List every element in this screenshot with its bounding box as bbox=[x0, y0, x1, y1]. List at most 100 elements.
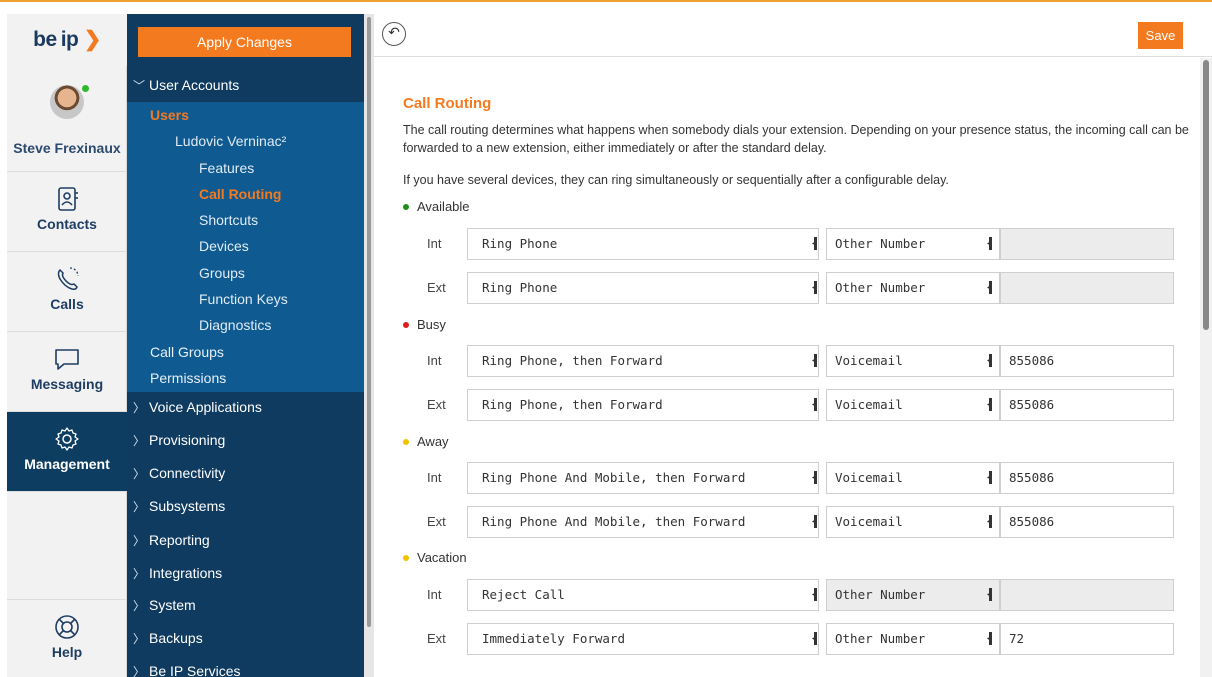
nav-users[interactable]: Users bbox=[127, 107, 364, 123]
rail-item-contacts[interactable]: Contacts bbox=[7, 172, 127, 252]
status-label: Busy bbox=[417, 317, 446, 332]
nav-call-groups[interactable]: Call Groups bbox=[127, 344, 364, 360]
target-number-field[interactable] bbox=[1000, 228, 1174, 260]
target-select[interactable]: Other Number bbox=[826, 272, 1000, 304]
target-select[interactable]: Voicemail bbox=[826, 345, 1000, 377]
target-number-field[interactable] bbox=[1000, 272, 1174, 304]
nav-system[interactable]: 〉 System bbox=[127, 597, 364, 614]
nav-scrollbar-thumb[interactable] bbox=[367, 17, 371, 627]
target-select[interactable]: Voicemail bbox=[826, 389, 1000, 421]
contacts-icon bbox=[58, 187, 78, 211]
nav-diagnostics[interactable]: Diagnostics bbox=[127, 317, 364, 333]
nav-user-accounts[interactable]: ﹀ User Accounts bbox=[127, 77, 364, 94]
navigation-panel: Apply Changes ﹀ User Accounts Users Ludov… bbox=[127, 14, 364, 677]
target-number-field[interactable]: 855086 bbox=[1000, 345, 1174, 377]
rail-item-messaging[interactable]: Messaging bbox=[7, 332, 127, 412]
row-kind-label: Ext bbox=[427, 397, 446, 412]
nav-label: Backups bbox=[149, 630, 203, 646]
nav-reporting[interactable]: 〉 Reporting bbox=[127, 532, 364, 549]
nav-scrollbar[interactable] bbox=[364, 14, 374, 677]
back-arrow-icon: ↶ bbox=[388, 25, 400, 41]
save-button[interactable]: Save bbox=[1138, 22, 1183, 49]
nav-features[interactable]: Features bbox=[127, 160, 364, 176]
lifebuoy-icon bbox=[55, 615, 79, 639]
chevron-right-icon: 〉 bbox=[133, 401, 146, 415]
routing-row-busy-ext: Ext Ring Phone, then Forward Voicemail 8… bbox=[374, 389, 1200, 421]
back-button[interactable]: ↶ bbox=[382, 22, 406, 46]
status-vacation: Vacation bbox=[403, 550, 467, 565]
action-select[interactable]: Ring Phone And Mobile, then Forward bbox=[467, 462, 819, 494]
row-kind-label: Ext bbox=[427, 280, 446, 295]
target-number-field[interactable]: 855086 bbox=[1000, 506, 1174, 538]
status-dot-icon bbox=[403, 554, 409, 561]
action-select[interactable]: Immediately Forward bbox=[467, 623, 819, 655]
apply-changes-button[interactable]: Apply Changes bbox=[138, 27, 351, 57]
chevron-right-icon: 〉 bbox=[133, 599, 146, 613]
target-select[interactable]: Voicemail bbox=[826, 462, 1000, 494]
target-number-field[interactable]: 855086 bbox=[1000, 462, 1174, 494]
row-kind-label: Int bbox=[427, 353, 442, 368]
nav-provisioning[interactable]: 〉 Provisioning bbox=[127, 432, 364, 449]
chat-bubble-icon bbox=[55, 349, 79, 370]
rail-label-contacts: Contacts bbox=[37, 216, 97, 232]
nav-user-entry[interactable]: Ludovic Verninac² bbox=[127, 133, 364, 149]
page-title: Call Routing bbox=[403, 95, 492, 112]
call-routing-page: Call Routing The call routing determines… bbox=[374, 58, 1200, 677]
routing-row-away-int: Int Ring Phone And Mobile, then Forward … bbox=[374, 462, 1200, 494]
nav-permissions[interactable]: Permissions bbox=[127, 370, 364, 386]
be-ip-logo[interactable]: be ip ❯ bbox=[7, 14, 127, 66]
user-profile[interactable]: Steve Frexinaux bbox=[7, 66, 127, 172]
icon-rail: be ip ❯ Steve Frexinaux Contacts Calls Me… bbox=[7, 14, 127, 677]
action-select[interactable]: Ring Phone, then Forward bbox=[467, 389, 819, 421]
nav-groups[interactable]: Groups bbox=[127, 265, 364, 281]
nav-devices[interactable]: Devices bbox=[127, 238, 364, 254]
content-scrollbar[interactable] bbox=[1200, 58, 1212, 677]
chevron-right-icon: 〉 bbox=[133, 632, 146, 646]
action-select[interactable]: Ring Phone And Mobile, then Forward bbox=[467, 506, 819, 538]
routing-row-vacation-ext: Ext Immediately Forward Other Number 72 bbox=[374, 623, 1200, 655]
target-select[interactable]: Voicemail bbox=[826, 506, 1000, 538]
target-select[interactable]: Other Number bbox=[826, 623, 1000, 655]
action-select[interactable]: Ring Phone bbox=[467, 272, 819, 304]
chevron-right-icon: 〉 bbox=[133, 467, 146, 481]
nav-label: Connectivity bbox=[149, 465, 226, 481]
rail-item-calls[interactable]: Calls bbox=[7, 252, 127, 332]
nav-be-ip-services[interactable]: 〉 Be IP Services bbox=[127, 663, 364, 677]
target-select[interactable]: Other Number bbox=[826, 579, 1000, 611]
target-select[interactable]: Other Number bbox=[826, 228, 1000, 260]
nav-call-routing[interactable]: Call Routing bbox=[127, 186, 364, 202]
nav-function-keys[interactable]: Function Keys bbox=[127, 291, 364, 307]
nav-label: Reporting bbox=[149, 532, 210, 548]
nav-shortcuts[interactable]: Shortcuts bbox=[127, 212, 364, 228]
nav-voice-applications[interactable]: 〉 Voice Applications bbox=[127, 399, 364, 416]
nav-label: Subsystems bbox=[149, 498, 226, 514]
avatar[interactable] bbox=[50, 85, 84, 119]
rail-item-help[interactable]: Help bbox=[7, 599, 127, 677]
status-dot-icon bbox=[403, 438, 409, 445]
nav-label: Integrations bbox=[149, 565, 223, 581]
rail-item-management[interactable]: Management bbox=[7, 412, 127, 492]
nav-label: System bbox=[149, 597, 196, 613]
content-toolbar: ↶ Save bbox=[374, 14, 1212, 57]
nav-connectivity[interactable]: 〉 Connectivity bbox=[127, 465, 364, 482]
status-available: Available bbox=[403, 199, 470, 214]
status-label: Away bbox=[417, 434, 449, 449]
target-number-field[interactable]: 72 bbox=[1000, 623, 1174, 655]
status-dot-icon bbox=[403, 321, 409, 328]
nav-subsystems[interactable]: 〉 Subsystems bbox=[127, 498, 364, 515]
status-dot-icon bbox=[403, 203, 409, 210]
row-kind-label: Ext bbox=[427, 514, 446, 529]
target-number-field[interactable] bbox=[1000, 579, 1174, 611]
presence-status-dot bbox=[82, 85, 89, 92]
nav-backups[interactable]: 〉 Backups bbox=[127, 630, 364, 647]
action-select[interactable]: Ring Phone, then Forward bbox=[467, 345, 819, 377]
nav-label: User Accounts bbox=[149, 77, 240, 93]
content-scrollbar-thumb[interactable] bbox=[1203, 60, 1209, 330]
nav-integrations[interactable]: 〉 Integrations bbox=[127, 565, 364, 582]
status-away: Away bbox=[403, 434, 449, 449]
action-select[interactable]: Ring Phone bbox=[467, 228, 819, 260]
rail-label-help: Help bbox=[51, 644, 83, 660]
target-number-field[interactable]: 855086 bbox=[1000, 389, 1174, 421]
profile-name: Steve Frexinaux bbox=[13, 140, 121, 156]
action-select[interactable]: Reject Call bbox=[467, 579, 819, 611]
